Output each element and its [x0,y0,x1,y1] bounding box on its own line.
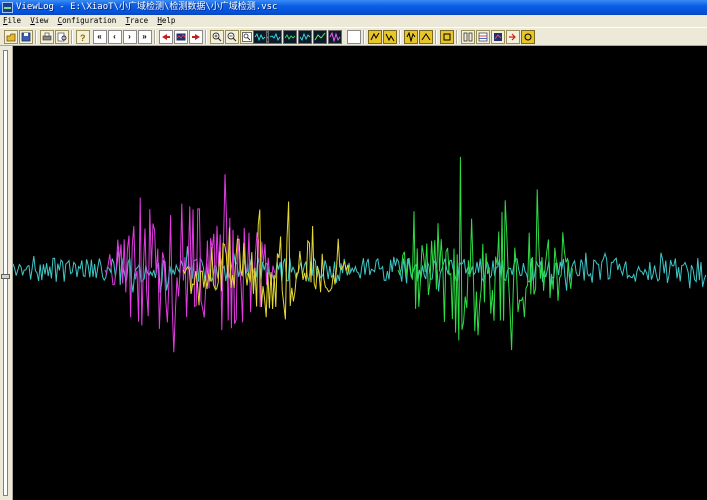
export-arrow-icon[interactable] [505,30,520,44]
waveform-view-5-icon[interactable] [312,30,327,44]
menu-help[interactable]: Help [154,15,179,27]
columns-icon[interactable] [460,30,475,44]
menu-bar: File View Configuration Trace Help [0,15,707,27]
toolbar: ? « ‹ › » [0,27,707,46]
waveform-view-4-icon[interactable] [297,30,312,44]
trace-tool-5-icon[interactable] [439,30,454,44]
trace-tool-4-icon[interactable] [418,30,433,44]
zoom-in-icon[interactable] [209,30,224,44]
title-bar[interactable]: ViewLog - E:\XiaoT\小广域检测\检测数据\小广域检测.vsc [0,0,707,15]
blank-trace-button[interactable] [346,30,361,44]
vertical-scale-slider[interactable] [3,50,8,496]
app-icon [2,2,13,13]
last-page-button[interactable]: » [137,30,152,44]
svg-text:?: ? [80,33,86,42]
trace-scale-panel [0,46,13,500]
menu-file[interactable]: File [0,15,25,27]
trace-tool-2-icon[interactable] [382,30,397,44]
menu-trace[interactable]: Trace [123,15,153,27]
open-file-icon[interactable] [3,30,18,44]
menu-view[interactable]: View [27,15,52,27]
print-icon[interactable] [39,30,54,44]
trace-tool-3-icon[interactable] [403,30,418,44]
trace-tool-6-icon[interactable] [520,30,535,44]
help-icon[interactable]: ? [75,30,90,44]
window-title: ViewLog - E:\XiaoT\小广域检测\检测数据\小广域检测.vsc [16,2,278,12]
trace-color-icon[interactable] [490,30,505,44]
prev-page-button[interactable]: ‹ [107,30,122,44]
trace-table-icon[interactable] [475,30,490,44]
viewlog-window: ViewLog - E:\XiaoT\小广域检测\检测数据\小广域检测.vsc … [0,0,707,500]
go-end-icon[interactable] [188,30,203,44]
scale-slider-thumb[interactable] [1,274,10,279]
trace-tool-1-icon[interactable] [367,30,382,44]
menu-configuration[interactable]: Configuration [55,15,121,27]
waveform-view-1-icon[interactable] [252,30,267,44]
print-preview-icon[interactable] [54,30,69,44]
waveform-view-2-icon[interactable] [267,30,282,44]
waveform-plot-area[interactable] [13,46,707,500]
next-page-button[interactable]: › [122,30,137,44]
save-icon[interactable] [18,30,33,44]
go-start-icon[interactable] [158,30,173,44]
waveform-canvas [13,156,707,353]
waveform-view-3-icon[interactable] [282,30,297,44]
first-page-button[interactable]: « [92,30,107,44]
waveform-view-6-icon[interactable] [327,30,342,44]
overview-icon[interactable] [173,30,188,44]
trace-line-3 [397,156,573,351]
zoom-out-icon[interactable] [224,30,239,44]
